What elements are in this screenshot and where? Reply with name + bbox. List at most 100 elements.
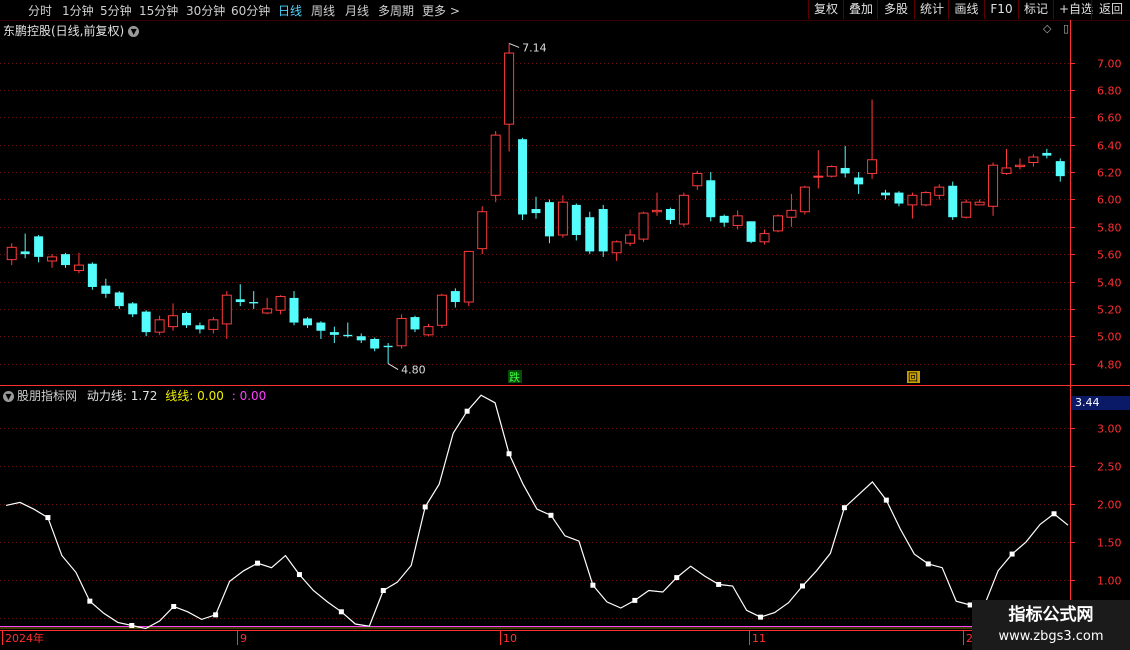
high-pointer — [508, 43, 520, 48]
line2-value: 0.00 — [197, 389, 224, 403]
power-line-marker — [296, 572, 302, 578]
candle-body — [1001, 167, 1012, 174]
price-tick-label: 5.00 — [1097, 331, 1122, 344]
power-line-marker — [422, 504, 428, 510]
power-line-marker — [632, 597, 638, 603]
power-line-marker — [1009, 551, 1015, 557]
power-line-marker — [255, 560, 261, 566]
power-line-marker — [800, 583, 805, 589]
price-tick-label: 6.60 — [1097, 112, 1122, 125]
candle-body — [343, 334, 353, 337]
candle-body — [598, 209, 608, 252]
power-line-marker — [338, 609, 344, 615]
candle-body — [370, 338, 380, 349]
candle-body — [531, 209, 541, 214]
candle-body — [786, 209, 797, 218]
low-label: 4.80 — [401, 364, 426, 377]
candle-body — [423, 326, 434, 336]
indicator-tick-label: 2.00 — [1097, 499, 1122, 512]
candle-body — [719, 215, 729, 223]
candle-body — [772, 215, 783, 232]
watermark-title: 指标公式网 — [1008, 605, 1094, 625]
power-line-marker — [590, 582, 596, 588]
candle-body — [128, 303, 138, 315]
candle-body — [692, 172, 703, 187]
fall-signal: 跌 — [509, 370, 520, 384]
price-tick-label: 6.20 — [1097, 167, 1122, 180]
candle-body — [450, 291, 460, 303]
candle-body — [948, 185, 958, 218]
candle-body — [813, 175, 824, 178]
chevron-down-icon[interactable]: ▼ — [3, 391, 14, 402]
indicator-tick-label: 1.50 — [1097, 537, 1122, 550]
candle-body — [356, 336, 366, 341]
candle-body — [235, 299, 245, 303]
price-chart-svg: 4.80 5.00 5.20 5.40 5.60 5.80 6.00 6.20 6.40 6.60… — [0, 20, 1130, 645]
power-line-marker — [87, 598, 93, 604]
candle-body — [34, 236, 44, 257]
candle-body — [961, 201, 972, 218]
price-tick-label: 7.00 — [1097, 58, 1122, 71]
indicator-title[interactable]: ▼ 股朋指标网 动力线: 1.72 线线: 0.00 : 0.00 — [3, 387, 266, 404]
power-line-marker — [380, 588, 386, 594]
candle-body — [195, 325, 205, 330]
candle-body — [396, 317, 407, 347]
candle-body — [316, 322, 326, 331]
power-line-marker — [171, 603, 177, 609]
candle-body — [6, 246, 17, 261]
candle-body — [706, 180, 716, 218]
power-line-label: 动力线: — [86, 389, 127, 403]
indicator-tick-label: 3.00 — [1097, 423, 1122, 436]
power-line — [5, 394, 1069, 630]
power-line-marker — [464, 408, 470, 414]
candle-body — [665, 209, 675, 220]
candle-body — [114, 292, 124, 307]
candle-body — [410, 317, 420, 330]
candle-body — [87, 263, 97, 287]
candle-body — [934, 186, 945, 196]
candle-body — [289, 297, 299, 323]
candle-body — [759, 233, 770, 243]
date-label: 10 — [503, 632, 517, 645]
power-line-marker — [129, 622, 135, 628]
candle-body — [262, 308, 273, 314]
price-tick-label: 5.80 — [1097, 222, 1122, 235]
date-label: 9 — [240, 632, 247, 645]
price-tick-label: 6.00 — [1097, 194, 1122, 207]
candle-body — [154, 319, 165, 333]
candle-body — [611, 241, 622, 254]
candle-body — [383, 345, 393, 348]
candle-body — [625, 234, 636, 244]
candle-body — [799, 186, 810, 213]
power-line-marker — [758, 614, 764, 620]
candle-body — [60, 254, 70, 266]
power-line-marker — [506, 451, 512, 457]
power-line-marker — [883, 497, 889, 503]
date-label: 11 — [752, 632, 766, 645]
candle-body — [854, 177, 864, 185]
candle-body — [557, 201, 568, 236]
candle-body — [168, 315, 179, 328]
candle-body — [881, 192, 891, 196]
candle-body — [101, 285, 111, 294]
power-line-marker — [548, 512, 554, 518]
candle-body — [208, 319, 219, 330]
candle-body — [249, 302, 259, 304]
date-label: 2024年 — [5, 631, 44, 645]
candle-body — [571, 204, 581, 235]
power-line-marker — [45, 515, 51, 521]
price-tick-label: 5.20 — [1097, 304, 1122, 317]
line3-label: : — [231, 389, 236, 403]
return-signal: 回 — [908, 372, 918, 384]
candle-body — [826, 166, 837, 177]
candle-body — [678, 194, 689, 225]
indicator-tick-label: 1.00 — [1097, 575, 1122, 588]
candle-body — [867, 159, 878, 174]
watermark-url: www.zbgs3.com — [998, 629, 1104, 644]
candle-body — [490, 134, 501, 196]
candle-body — [638, 212, 649, 240]
power-line-marker — [1051, 511, 1057, 517]
candle-body — [302, 318, 312, 326]
candle-body — [463, 250, 474, 303]
candle-body — [974, 201, 985, 206]
